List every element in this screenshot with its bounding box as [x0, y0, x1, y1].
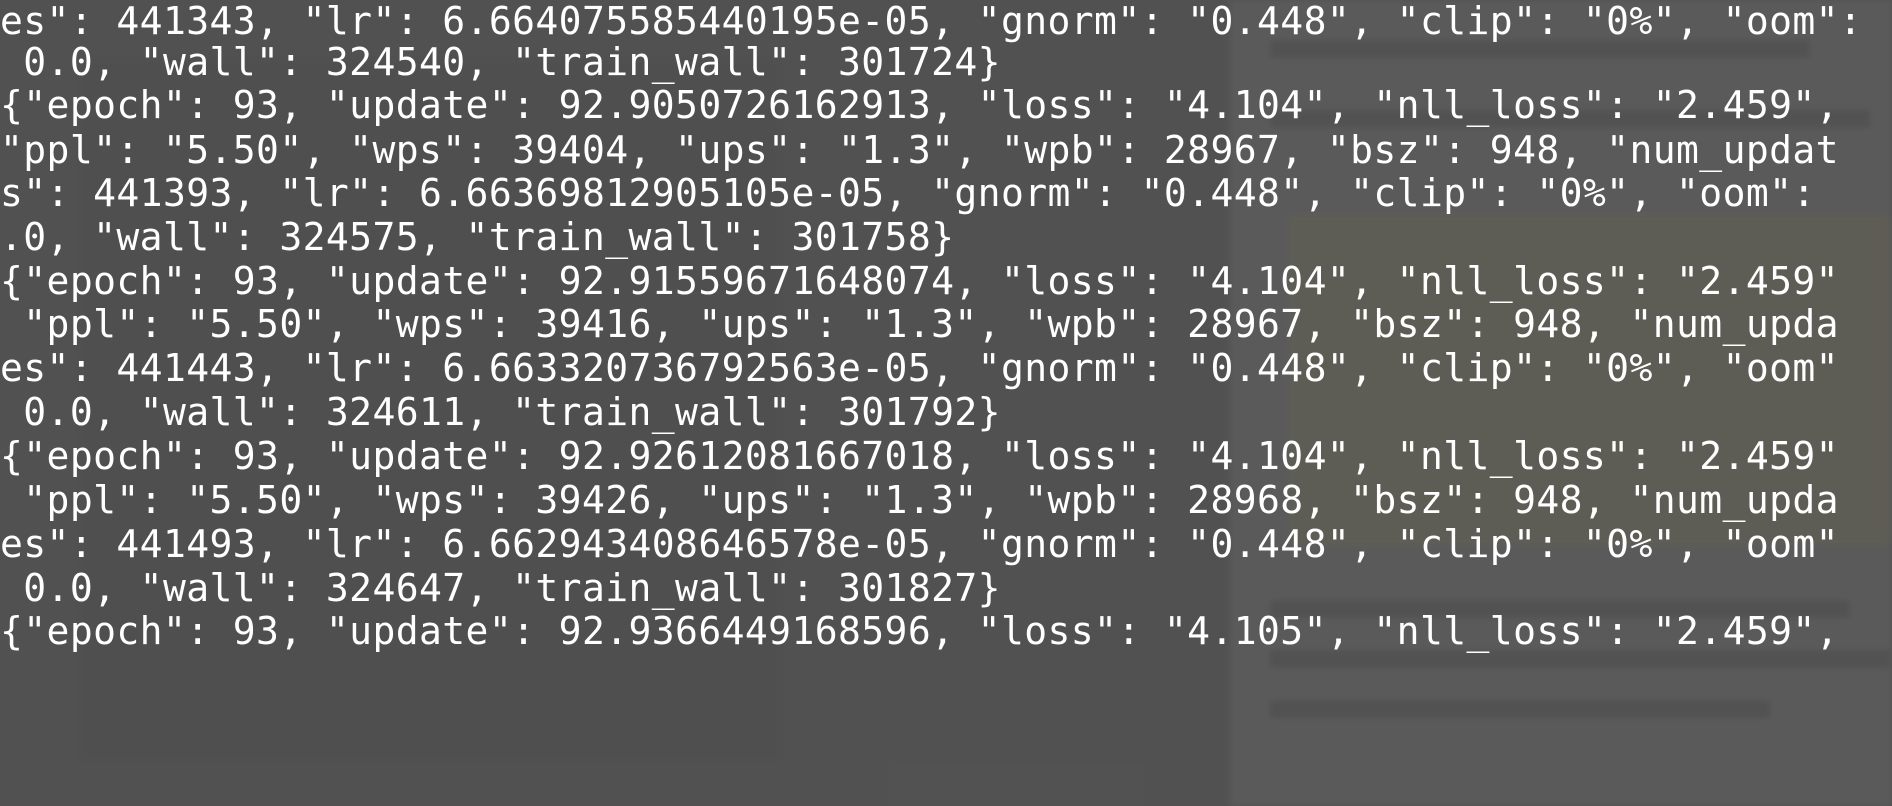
terminal-output[interactable]: es": 441343, "lr": 6.664075585440195e-05… [0, 0, 1892, 806]
terminal-line: {"epoch": 93, "update": 92.9366449168596… [0, 609, 1839, 653]
